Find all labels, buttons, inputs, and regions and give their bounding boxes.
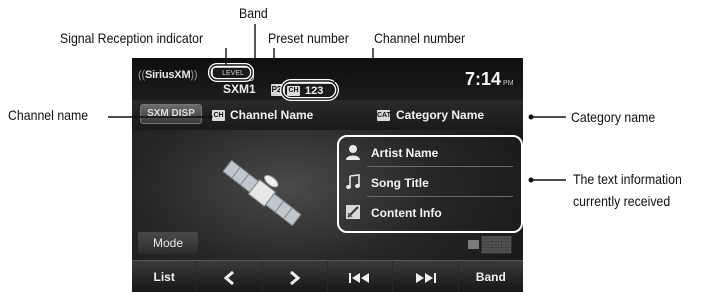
direct-tuning-keypad-icon[interactable] bbox=[468, 236, 516, 254]
artist-name: Artist Name bbox=[371, 146, 439, 160]
signal-reception-indicator: LEVEL bbox=[212, 67, 254, 81]
skip-back-button[interactable] bbox=[328, 261, 394, 292]
sxm-disp-button[interactable]: SXM DISP bbox=[140, 104, 202, 124]
list-button[interactable]: List bbox=[132, 261, 198, 292]
clock: 7:14 PM bbox=[465, 69, 514, 89]
chevron-right-icon bbox=[289, 270, 301, 285]
callout-channel-number: Channel number bbox=[374, 30, 466, 46]
channel-number: 123 bbox=[305, 85, 324, 97]
band-label: SXM1 bbox=[223, 82, 256, 96]
mode-button[interactable]: Mode bbox=[138, 232, 198, 254]
channel-name-icon: CH bbox=[212, 110, 225, 122]
channel-tag-icon: CH bbox=[287, 86, 300, 96]
channel-name: CH Channel Name bbox=[212, 108, 314, 122]
chevron-left-icon bbox=[224, 270, 235, 285]
music-note-icon bbox=[346, 174, 360, 189]
callout-channel-name: Channel name bbox=[8, 107, 89, 123]
callout-category-name: Category name bbox=[571, 109, 656, 125]
category-icon: CAT bbox=[377, 110, 391, 122]
artist-row: Artist Name bbox=[345, 139, 519, 167]
content-info-icon bbox=[346, 205, 360, 219]
content-info: Content Info bbox=[371, 206, 442, 220]
radio-screen: ((SiriusXM)) LEVEL SXM1 P2 CH 123 7:14 PM… bbox=[132, 58, 523, 292]
song-row: Song Title bbox=[345, 169, 519, 197]
preset-number: P2 bbox=[271, 84, 282, 96]
callout-text-info-line1: The text information bbox=[573, 171, 682, 187]
content-row: Content Info bbox=[345, 199, 519, 227]
callout-band: Band bbox=[239, 5, 268, 21]
skip-forward-button[interactable] bbox=[393, 261, 459, 292]
skip-back-icon bbox=[349, 272, 370, 283]
callout-text-info-line2: currently received bbox=[573, 193, 671, 209]
next-button[interactable] bbox=[263, 261, 328, 292]
callout-signal-reception: Signal Reception indicator bbox=[60, 30, 204, 46]
band-button[interactable]: Band bbox=[459, 261, 523, 292]
artist-icon bbox=[346, 145, 360, 160]
satellite-icon bbox=[222, 159, 302, 227]
bottom-control-bar: List Band bbox=[132, 260, 523, 292]
category-name: CAT Category Name bbox=[377, 108, 485, 122]
song-title: Song Title bbox=[371, 176, 429, 190]
skip-forward-icon bbox=[416, 272, 437, 283]
top-status-bar: ((SiriusXM)) LEVEL SXM1 P2 CH 123 7:14 PM bbox=[132, 58, 523, 100]
text-info-panel: Artist Name Song Title Content Info bbox=[337, 135, 523, 233]
siriusxm-logo: ((SiriusXM)) bbox=[138, 69, 198, 81]
channel-info-bar: SXM DISP CH Channel Name CAT Category Name bbox=[132, 100, 523, 130]
prev-button[interactable] bbox=[197, 261, 263, 292]
channel-number-box: CH 123 bbox=[284, 83, 336, 99]
callout-preset-number: Preset number bbox=[268, 30, 349, 46]
